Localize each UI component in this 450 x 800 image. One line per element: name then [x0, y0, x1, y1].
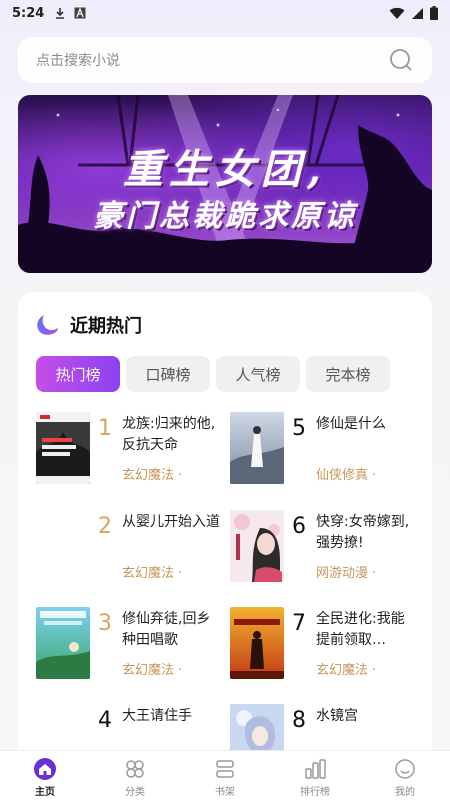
search-bar[interactable]: 点击搜索小说	[18, 37, 432, 83]
book-title: 快穿:女帝嫁到,强势撩!	[316, 514, 410, 551]
promo-banner[interactable]: 重生女团, 豪门总裁跪求原谅	[18, 95, 432, 273]
download-icon	[56, 8, 65, 19]
book-item[interactable]: 5 修仙是什么 仙侠修真 ·	[230, 412, 420, 492]
section-logo-icon	[37, 315, 58, 335]
book-rank: 4	[98, 708, 112, 733]
book-cover	[230, 510, 284, 582]
book-item[interactable]: 3 修仙弃徒,回乡种田唱歌 玄幻魔法 ·	[36, 607, 226, 687]
nav-ranking[interactable]: 排行榜	[270, 751, 360, 800]
nav-label: 主页	[35, 787, 55, 798]
ranking-tabs: 热门榜 口碑榜 人气榜 完本榜	[36, 356, 390, 392]
book-genre: 玄幻魔法 ·	[122, 468, 183, 483]
book-title: 全民进化:我能提前领取…	[316, 611, 405, 648]
book-genre: 网游动漫 ·	[316, 566, 377, 581]
nav-label: 书架	[215, 787, 235, 798]
nav-profile[interactable]: 我的	[360, 751, 450, 800]
home-icon	[34, 758, 56, 780]
book-rank: 2	[98, 514, 112, 539]
book-rank: 8	[292, 708, 306, 733]
font-icon	[74, 7, 86, 19]
book-title: 修仙弃徒,回乡种田唱歌	[122, 611, 211, 648]
book-cover	[230, 607, 284, 679]
book-item[interactable]: 6 快穿:女帝嫁到,强势撩! 网游动漫 ·	[230, 510, 420, 590]
book-item[interactable]: 1 龙族:归来的他,反抗天命 玄幻魔法 ·	[36, 412, 226, 492]
tab-completed[interactable]: 完本榜	[306, 356, 390, 392]
book-genre: 玄幻魔法 ·	[122, 566, 183, 581]
book-item[interactable]: 7 全民进化:我能提前领取… 玄幻魔法 ·	[230, 607, 420, 687]
book-rank: 3	[98, 611, 112, 636]
book-rank: 7	[292, 611, 306, 636]
status-time: 5:24	[12, 5, 45, 21]
wifi-icon	[389, 7, 405, 19]
book-title: 修仙是什么	[316, 416, 386, 432]
status-bar: 5:24	[0, 0, 450, 26]
book-rank: 1	[98, 416, 112, 441]
nav-label: 排行榜	[300, 787, 330, 798]
bottom-nav: 主页 分类 书架 排行榜 我的	[0, 750, 450, 800]
nav-label: 分类	[125, 787, 145, 798]
signal-icon	[412, 7, 423, 19]
hot-ranking-card: 近期热门 热门榜 口碑榜 人气榜 完本榜 1 龙族:归来的他,反抗天命 玄幻魔法…	[18, 292, 432, 762]
book-cover	[36, 412, 90, 484]
banner-title-line1: 重生女团,	[123, 146, 327, 193]
nav-home[interactable]: 主页	[0, 751, 90, 800]
nav-bookshelf[interactable]: 书架	[180, 751, 270, 800]
tab-popularity[interactable]: 人气榜	[216, 356, 300, 392]
nav-label: 我的	[395, 787, 415, 798]
battery-icon	[430, 6, 438, 20]
section-title: 近期热门	[70, 316, 142, 337]
nav-category[interactable]: 分类	[90, 751, 180, 800]
book-genre: 玄幻魔法 ·	[122, 663, 183, 678]
ranking-icon	[305, 759, 326, 779]
book-item[interactable]: 2 从婴儿开始入道 玄幻魔法 ·	[36, 510, 226, 590]
tab-hot[interactable]: 热门榜	[36, 356, 120, 392]
book-rank: 6	[292, 514, 306, 539]
category-icon	[126, 760, 144, 778]
book-title: 从婴儿开始入道	[122, 514, 220, 530]
book-genre: 仙侠修真 ·	[316, 468, 377, 483]
book-title: 水镜宫	[316, 708, 358, 724]
book-title: 大王请住手	[122, 708, 192, 724]
section-header: 近期热门	[36, 312, 142, 338]
bookshelf-icon	[216, 760, 234, 778]
book-cover	[230, 412, 284, 484]
book-title: 龙族:归来的他,反抗天命	[122, 416, 216, 453]
profile-icon	[395, 759, 415, 779]
tab-reputation[interactable]: 口碑榜	[126, 356, 210, 392]
book-genre: 玄幻魔法 ·	[316, 663, 377, 678]
search-icon[interactable]	[388, 47, 414, 73]
banner-title-line2: 豪门总裁跪求原谅	[93, 199, 357, 234]
book-rank: 5	[292, 416, 306, 441]
book-cover	[36, 607, 90, 679]
search-placeholder: 点击搜索小说	[36, 53, 120, 69]
